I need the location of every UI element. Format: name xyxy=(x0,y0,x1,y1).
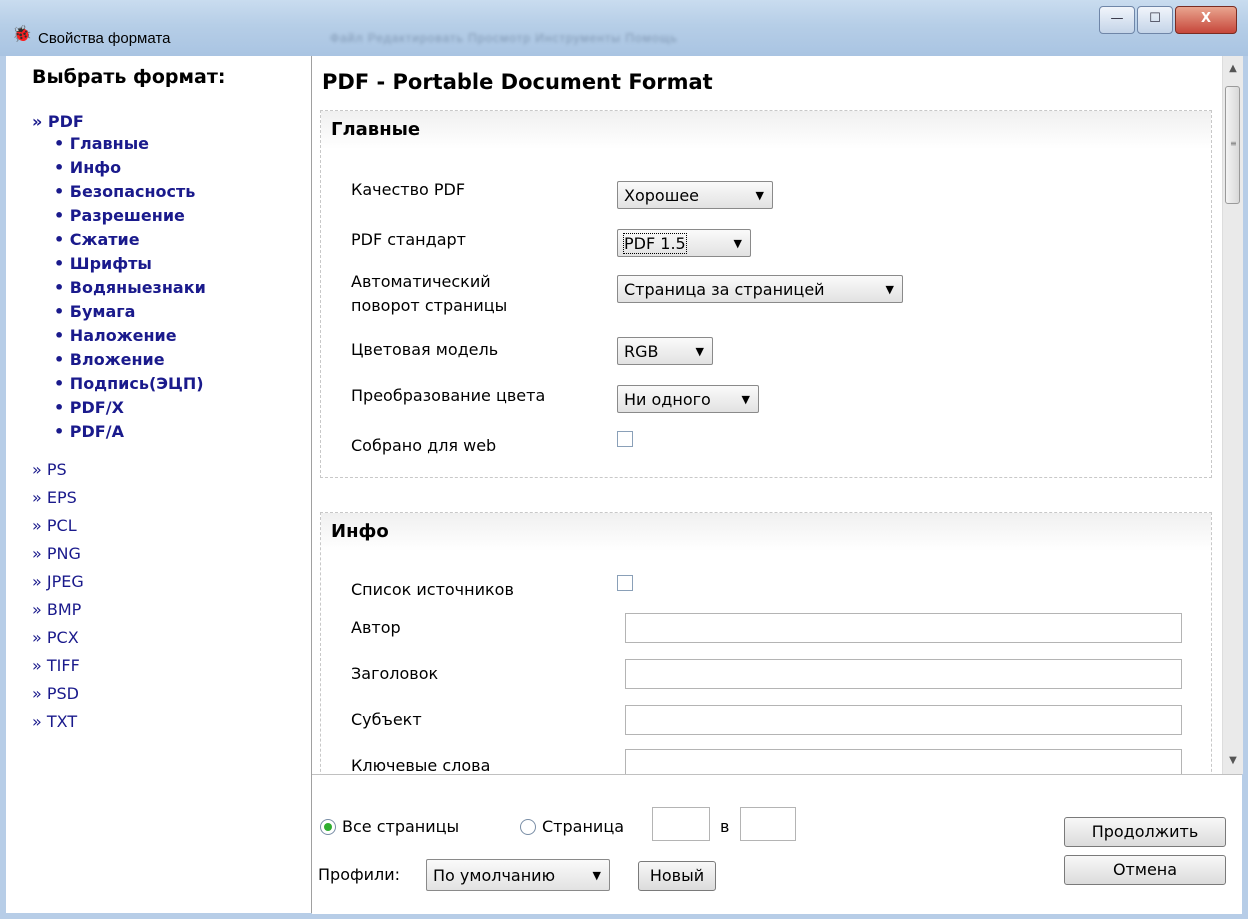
new-profile-button[interactable]: Новый xyxy=(638,861,716,891)
pdf-quality-select[interactable]: Хорошее ▼ xyxy=(617,181,773,209)
pdf-section-link[interactable]: • Подпись(ЭЦП) xyxy=(54,374,204,393)
page-range-radio[interactable] xyxy=(520,819,536,835)
pdf-standard-label: PDF стандарт xyxy=(351,230,466,249)
keywords-label: Ключевые слова xyxy=(351,756,491,774)
page-from-input[interactable] xyxy=(652,807,710,841)
web-optimized-label: Собрано для web xyxy=(351,436,497,455)
format-link[interactable]: » BMP xyxy=(32,600,81,619)
page-to-label: в xyxy=(720,817,730,836)
format-link[interactable]: » EPS xyxy=(32,488,77,507)
section-heading: Главные xyxy=(331,119,421,140)
color-model-label: Цветовая модель xyxy=(351,340,499,359)
keywords-input[interactable] xyxy=(625,749,1182,774)
select-value: PDF 1.5 xyxy=(623,233,687,254)
scroll-down-arrow-icon[interactable]: ▼ xyxy=(1223,752,1243,770)
format-link[interactable]: » PSD xyxy=(32,684,79,703)
color-model-select[interactable]: RGB ▼ xyxy=(617,337,713,365)
blurred-background-menu: Файл Редактировать Просмотр Инструменты … xyxy=(330,31,678,45)
format-link[interactable]: » PNG xyxy=(32,544,81,563)
bottom-panel: Все страницы Страница в Профили: По умол… xyxy=(312,774,1242,914)
dropdown-arrow-icon: ▼ xyxy=(741,393,750,406)
pdf-standard-select[interactable]: PDF 1.5 ▼ xyxy=(617,229,751,257)
scroll-up-arrow-icon[interactable]: ▲ xyxy=(1223,60,1243,78)
select-value: Хорошее xyxy=(624,186,700,205)
profiles-label: Профили: xyxy=(318,865,401,884)
subject-input[interactable] xyxy=(625,705,1182,735)
author-input[interactable] xyxy=(625,613,1182,643)
pdf-section-link[interactable]: • Главные xyxy=(54,134,149,153)
page-title: PDF - Portable Document Format xyxy=(322,70,713,94)
maximize-button[interactable]: ☐ xyxy=(1137,6,1173,34)
continue-button[interactable]: Продолжить xyxy=(1064,817,1226,847)
minimize-button[interactable]: — xyxy=(1099,6,1135,34)
pdf-section-link[interactable]: • Водяныезнаки xyxy=(54,278,206,297)
title-label: Заголовок xyxy=(351,664,439,683)
select-value: RGB xyxy=(624,342,659,361)
page-to-input[interactable] xyxy=(740,807,796,841)
pdf-section-link[interactable]: • PDF/A xyxy=(54,422,124,441)
select-value: По умолчанию xyxy=(433,866,556,885)
auto-rotate-select[interactable]: Страница за страницей ▼ xyxy=(617,275,903,303)
select-value: Страница за страницей xyxy=(624,280,825,299)
scrollbar-thumb[interactable]: ≡ xyxy=(1225,86,1240,204)
dropdown-arrow-icon: ▼ xyxy=(733,237,742,250)
pdf-section-link[interactable]: • Инфо xyxy=(54,158,121,177)
profile-select[interactable]: По умолчанию ▼ xyxy=(426,859,610,891)
format-sidebar: Выбрать формат: » PDF • Главные • Инфо •… xyxy=(6,56,312,913)
format-link[interactable]: » PCX xyxy=(32,628,79,647)
all-pages-radio[interactable] xyxy=(320,819,336,835)
pdf-section-link[interactable]: • PDF/X xyxy=(54,398,124,417)
pdf-section-link[interactable]: • Наложение xyxy=(54,326,177,345)
vertical-scrollbar[interactable]: ▲ ≡ ▼ xyxy=(1222,56,1243,774)
sidebar-heading: Выбрать формат: xyxy=(32,66,226,88)
format-link[interactable]: » TIFF xyxy=(32,656,80,675)
color-conversion-select[interactable]: Ни одного ▼ xyxy=(617,385,759,413)
page-range-label: Страница xyxy=(542,817,625,836)
format-link-pdf[interactable]: » PDF xyxy=(32,112,84,131)
auto-rotate-label-line2: поворот страницы xyxy=(351,296,508,315)
window-title: Свойства формата xyxy=(38,30,171,47)
settings-pane: PDF - Portable Document Format Главные К… xyxy=(312,56,1222,774)
source-list-label: Список источников xyxy=(351,580,514,599)
pdf-section-link[interactable]: • Шрифты xyxy=(54,254,152,273)
title-input[interactable] xyxy=(625,659,1182,689)
color-conversion-label: Преобразование цвета xyxy=(351,386,546,405)
section-heading: Инфо xyxy=(331,521,389,542)
grip-icon: ≡ xyxy=(1230,139,1237,148)
auto-rotate-label-line1: Автоматический xyxy=(351,272,491,291)
pdf-section-link[interactable]: • Бумага xyxy=(54,302,135,321)
dropdown-arrow-icon: ▼ xyxy=(695,345,704,358)
dropdown-arrow-icon: ▼ xyxy=(755,189,764,202)
author-label: Автор xyxy=(351,618,401,637)
section-header xyxy=(321,513,1211,551)
app-bug-icon: 🐞 xyxy=(12,24,32,43)
format-link[interactable]: » TXT xyxy=(32,712,77,731)
pdf-section-link[interactable]: • Вложение xyxy=(54,350,165,369)
pdf-section-link[interactable]: • Разрешение xyxy=(54,206,185,225)
section-header xyxy=(321,111,1211,149)
title-bar: 🐞 Свойства формата Файл Редактировать Пр… xyxy=(0,0,1248,57)
format-link[interactable]: » PCL xyxy=(32,516,77,535)
cancel-button[interactable]: Отмена xyxy=(1064,855,1226,885)
format-link[interactable]: » PS xyxy=(32,460,67,479)
pdf-quality-label: Качество PDF xyxy=(351,180,466,199)
dropdown-arrow-icon: ▼ xyxy=(885,283,894,296)
close-button[interactable]: X xyxy=(1175,6,1237,34)
subject-label: Субъект xyxy=(351,710,422,729)
web-optimized-checkbox[interactable] xyxy=(617,431,633,447)
source-list-checkbox[interactable] xyxy=(617,575,633,591)
select-value: Ни одного xyxy=(624,390,711,409)
pdf-section-link[interactable]: • Безопасность xyxy=(54,182,195,201)
format-link[interactable]: » JPEG xyxy=(32,572,84,591)
main-settings-section: Главные Качество PDF Хорошее ▼ PDF станд… xyxy=(320,110,1212,478)
all-pages-label: Все страницы xyxy=(342,817,460,836)
pdf-section-link[interactable]: • Сжатие xyxy=(54,230,140,249)
dropdown-arrow-icon: ▼ xyxy=(592,869,601,882)
info-section: Инфо Список источников Автор Заголовок С… xyxy=(320,512,1212,774)
